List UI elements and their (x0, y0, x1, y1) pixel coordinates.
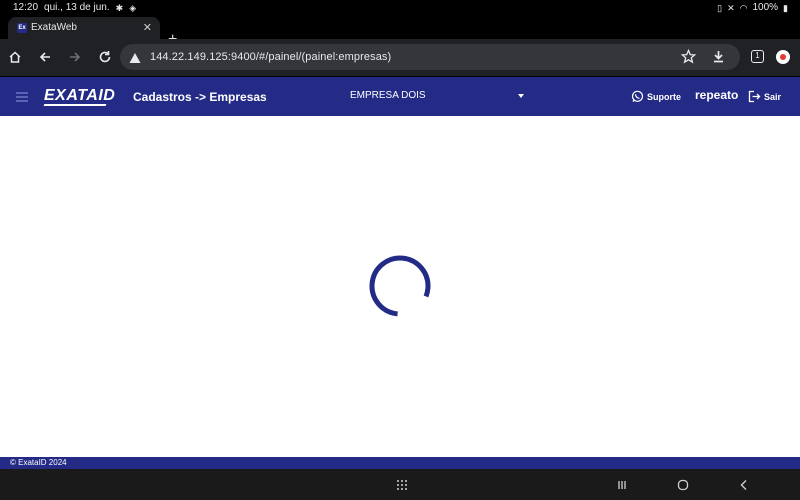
support-button[interactable]: Suporte (631, 90, 681, 103)
favicon-icon: Ex (17, 23, 27, 33)
forward-arrow-icon[interactable] (66, 48, 84, 66)
logo-text: EXATAID (44, 87, 116, 104)
logo-underline (43, 104, 107, 106)
home-button-icon[interactable] (676, 478, 690, 492)
back-arrow-icon[interactable] (36, 48, 54, 66)
tab-title: ExataWeb (31, 22, 77, 33)
battery-level: 100% (752, 2, 779, 13)
sim-icon: ▯ (717, 2, 723, 13)
reload-icon[interactable] (96, 48, 114, 66)
browser-toolbar: 144.22.149.125:9400/#/painel/(painel:emp… (0, 39, 800, 116)
loading-spinner (369, 255, 431, 317)
app-header: EXATAID Cadastros -> Empresas EMPRESA DO… (0, 77, 800, 116)
username: repeato (695, 88, 739, 102)
battery-icon: ▮ (783, 2, 788, 13)
chevron-down-icon (518, 94, 524, 98)
system-navigation-bar (0, 469, 800, 500)
not-secure-warning-icon[interactable] (129, 51, 141, 69)
logout-label: Sair (764, 91, 782, 102)
company-select-value: EMPRESA DOIS (350, 90, 426, 101)
status-date: qui., 13 de jun. (44, 2, 110, 13)
menu-icon[interactable] (16, 92, 28, 102)
breadcrumb: Cadastros -> Empresas (133, 90, 267, 104)
system-status-bar: 12:20 qui., 13 de jun. ✱ ◈ ▯ ✕ ◠ 100% ▮ (0, 0, 800, 15)
logout-button[interactable]: Sair (748, 90, 781, 103)
app-footer: © ExataID 2024 (0, 457, 800, 469)
copyright-text: © ExataID 2024 (10, 458, 67, 467)
browser-tab-strip: Ex ExataWeb ✕ + (0, 15, 800, 48)
whatsapp-icon (631, 90, 644, 102)
url-text[interactable]: 144.22.149.125:9400/#/painel/(painel:emp… (150, 51, 391, 63)
status-time: 12:20 (13, 2, 39, 13)
app-grid-icon[interactable] (395, 478, 409, 492)
close-tab-icon[interactable]: ✕ (143, 21, 152, 34)
home-icon[interactable] (6, 48, 24, 66)
recent-apps-icon[interactable] (615, 478, 629, 492)
back-button-icon[interactable] (737, 478, 751, 492)
mute-icon: ✕ (727, 2, 735, 13)
main-content (0, 116, 800, 457)
support-label: Suporte (647, 91, 682, 102)
profile-avatar-icon[interactable] (776, 50, 790, 64)
accessibility-icon: ✱ (115, 2, 124, 13)
download-icon[interactable] (711, 49, 726, 69)
bookmark-star-icon[interactable] (680, 48, 697, 69)
location-icon: ◈ (129, 2, 137, 13)
exataid-logo[interactable]: EXATAID (43, 87, 124, 107)
status-right: ▯ ✕ ◠ 100% ▮ (717, 2, 788, 13)
tab-switcher-button[interactable]: 1 (751, 50, 764, 63)
address-bar[interactable]: 144.22.149.125:9400/#/painel/(painel:emp… (120, 44, 740, 70)
logout-icon (748, 90, 761, 103)
wifi-icon: ◠ (739, 2, 748, 13)
browser-tab[interactable]: Ex ExataWeb ✕ (8, 17, 160, 39)
status-left: 12:20 qui., 13 de jun. ✱ ◈ (13, 2, 136, 13)
company-select[interactable]: EMPRESA DOIS (350, 90, 526, 104)
